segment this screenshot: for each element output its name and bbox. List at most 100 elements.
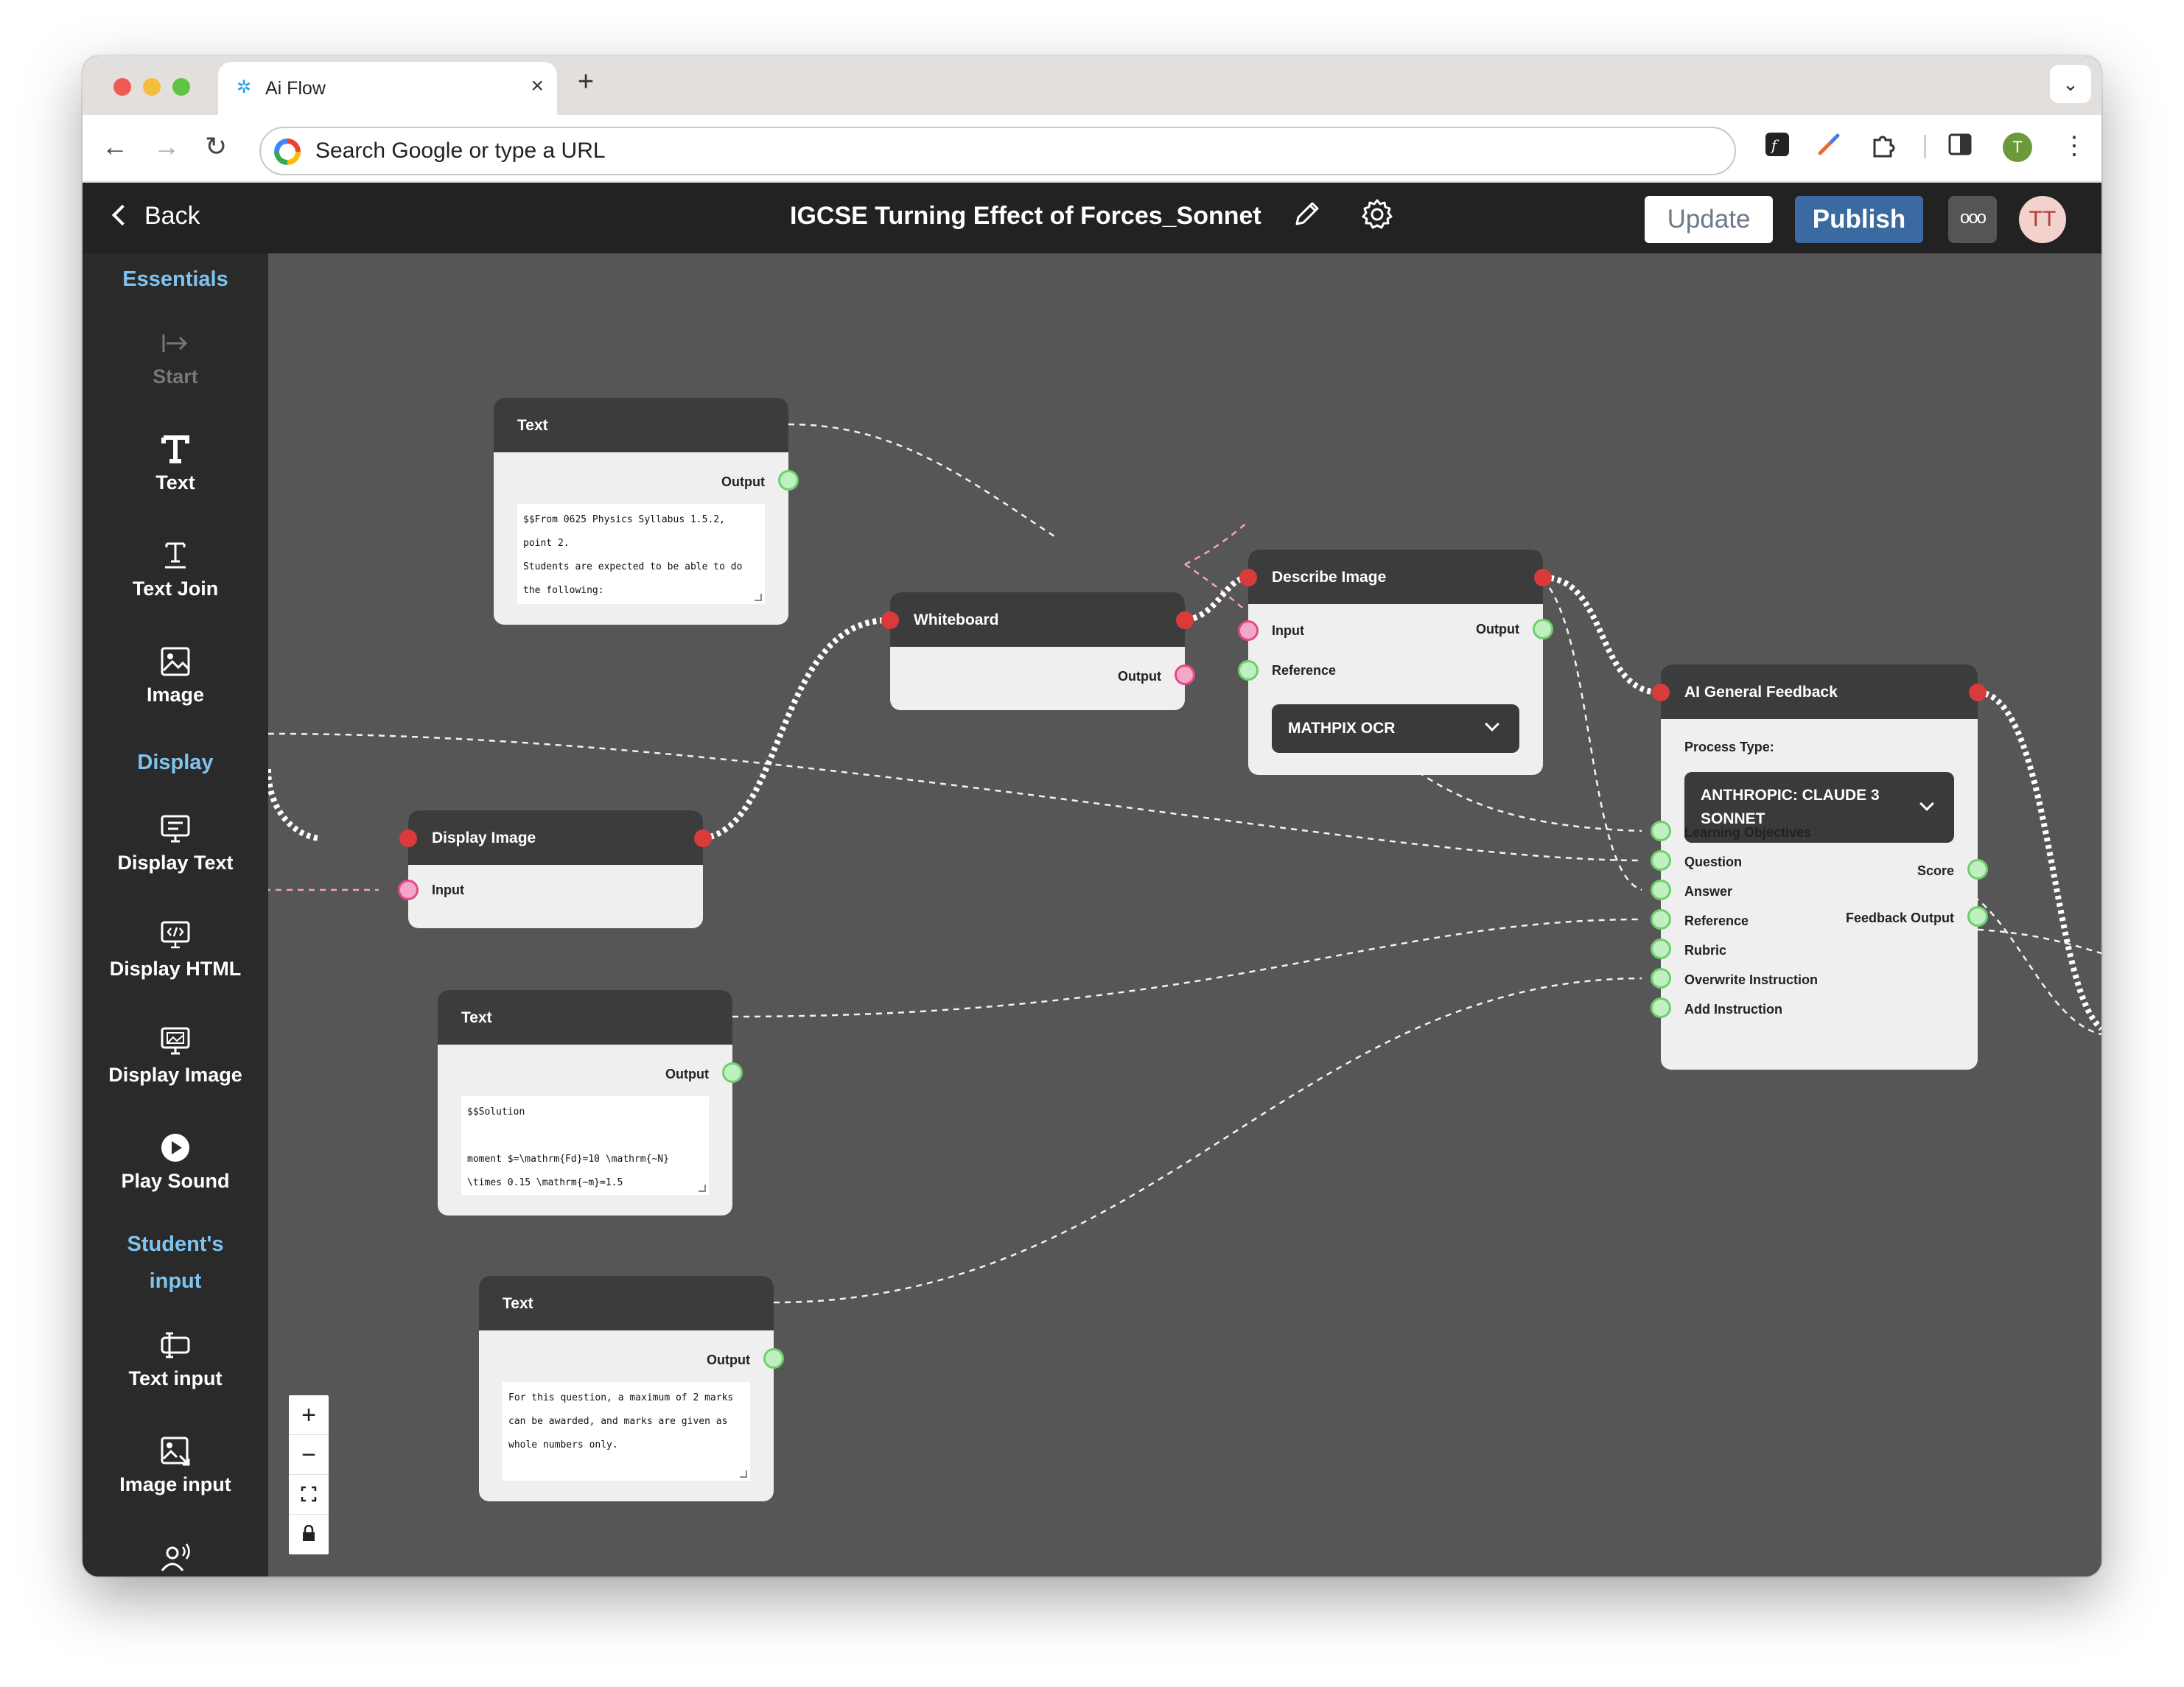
tab-strip: ✲ Ai Flow × + ⌄: [83, 56, 2101, 115]
output-label: Output: [707, 1353, 750, 1367]
new-tab-icon[interactable]: +: [578, 66, 594, 98]
user-avatar[interactable]: TT: [2019, 196, 2066, 243]
edit-title-pencil-icon[interactable]: [1291, 197, 1323, 230]
node-header: AI General Feedback: [1661, 664, 1978, 719]
rubric-handle[interactable]: [1651, 939, 1671, 959]
text-content-area[interactable]: $$From 0625 Physics Syllabus 1.5.2, poin…: [517, 504, 765, 604]
reference-handle[interactable]: [1238, 660, 1259, 681]
back-button[interactable]: Back: [111, 202, 200, 231]
palette-label: Text: [155, 471, 195, 494]
palette-item-display-image[interactable]: Display Image: [83, 1025, 268, 1087]
ocr-model-select[interactable]: MATHPIX OCR: [1272, 704, 1519, 753]
flow-output-handle[interactable]: [1534, 569, 1552, 586]
reference-handle[interactable]: [1651, 909, 1671, 930]
output-handle[interactable]: [763, 1348, 784, 1369]
address-bar-placeholder: Search Google or type a URL: [315, 138, 606, 163]
palette-item-display-html[interactable]: Display HTML: [83, 919, 268, 981]
overwrite-instruction-handle[interactable]: [1651, 968, 1671, 989]
publish-button[interactable]: Publish: [1795, 196, 1923, 243]
output-handle[interactable]: [722, 1062, 743, 1083]
flow-output-handle[interactable]: [1969, 684, 1987, 701]
text-content-area[interactable]: For this question, a maximum of 2 marks …: [503, 1382, 750, 1481]
update-button[interactable]: Update: [1645, 196, 1773, 243]
palette-item-text-input[interactable]: Text input: [83, 1329, 268, 1390]
reload-icon[interactable]: ↻: [205, 131, 227, 162]
text-join-icon: [165, 542, 186, 569]
section-essentials: Essentials: [122, 267, 228, 291]
toolbar-divider: |: [1922, 131, 1928, 159]
flow-input-handle[interactable]: [881, 611, 899, 629]
sidebar-toggle-icon[interactable]: [1947, 131, 1973, 164]
text-content-area[interactable]: $$Solution moment $=\mathrm{Fd}=10 \math…: [461, 1096, 709, 1195]
chevron-down-icon: [1485, 717, 1499, 732]
tab-search-button[interactable]: ⌄: [2050, 65, 2091, 103]
close-window-button[interactable]: [113, 78, 131, 96]
section-label-line2: input: [149, 1269, 202, 1293]
learning-objectives-handle[interactable]: [1651, 821, 1671, 841]
output-handle[interactable]: [778, 470, 799, 491]
extensions-puzzle-icon[interactable]: [1869, 131, 1897, 166]
node-palette-sidebar: Essentials Start Text Text Join Image Di…: [83, 253, 268, 1576]
flow-output-handle[interactable]: [694, 830, 712, 847]
flow-canvas[interactable]: Text Output $$From 0625 Physics Syllabus…: [268, 253, 2101, 1576]
add-instruction-handle[interactable]: [1651, 997, 1671, 1018]
flow-output-handle[interactable]: [1176, 611, 1194, 629]
node-header: Whiteboard: [890, 592, 1185, 647]
fit-view-icon: [301, 1486, 317, 1502]
score-output-handle[interactable]: [1967, 859, 1988, 880]
close-tab-icon[interactable]: ×: [531, 74, 544, 99]
maximize-window-button[interactable]: [172, 78, 190, 96]
fit-view-button[interactable]: [289, 1475, 329, 1515]
text-node-syllabus[interactable]: Text Output $$From 0625 Physics Syllabus…: [494, 398, 799, 625]
output-handle[interactable]: [1533, 619, 1553, 639]
minimize-window-button[interactable]: [143, 78, 161, 96]
flow-input-handle[interactable]: [1652, 684, 1670, 701]
zoom-in-button[interactable]: +: [289, 1395, 329, 1435]
describe-image-node[interactable]: Describe Image Input Output Reference MA…: [1238, 550, 1553, 775]
browser-toolbar: ← → ↻ Search Google or type a URL f | T …: [83, 115, 2101, 183]
palette-item-image-input[interactable]: Image input: [83, 1435, 268, 1496]
score-label: Score: [1917, 863, 1954, 878]
palette-item-text[interactable]: Text: [83, 433, 268, 494]
image-icon: [161, 647, 190, 676]
node-header: Text: [438, 990, 732, 1045]
display-image-node[interactable]: Display Image Input: [398, 810, 712, 928]
settings-gear-icon[interactable]: [1360, 197, 1394, 231]
input-handle[interactable]: [398, 880, 419, 900]
ai-general-feedback-node[interactable]: AI General Feedback Process Type: ANTHRO…: [1651, 664, 1988, 1070]
back-arrow-icon[interactable]: ←: [102, 131, 128, 162]
text-t-icon: [161, 435, 189, 463]
input-handle[interactable]: [1238, 620, 1259, 641]
browser-menu-icon[interactable]: ⋮: [2062, 131, 2087, 161]
palette-item-start[interactable]: Start: [83, 327, 268, 388]
whiteboard-node[interactable]: Whiteboard Output: [881, 592, 1195, 710]
flow-input-handle[interactable]: [1239, 569, 1257, 586]
flow-input-handle[interactable]: [399, 830, 417, 847]
zoom-out-button[interactable]: −: [289, 1435, 329, 1475]
address-bar[interactable]: Search Google or type a URL: [259, 127, 1736, 175]
palette-item-display-text[interactable]: Display Text: [83, 813, 268, 874]
select-value-line1: ANTHROPIC: CLAUDE 3: [1701, 787, 1880, 804]
answer-handle[interactable]: [1651, 880, 1671, 900]
color-picker-extension-icon[interactable]: [1816, 131, 1842, 164]
feedback-output-handle[interactable]: [1967, 906, 1988, 927]
palette-item-play-sound[interactable]: Play Sound: [83, 1132, 268, 1193]
more-options-button[interactable]: ooo: [1948, 196, 1997, 243]
output-handle[interactable]: [1175, 664, 1195, 685]
question-handle[interactable]: [1651, 850, 1671, 871]
formula-extension-icon[interactable]: f: [1764, 131, 1791, 164]
output-label: Output: [1476, 622, 1519, 636]
play-circle-icon: [161, 1134, 189, 1162]
palette-label: Image: [146, 684, 205, 706]
forward-arrow-icon[interactable]: →: [153, 131, 180, 162]
feedback-output-label: Feedback Output: [1845, 911, 1954, 925]
lock-canvas-button[interactable]: [289, 1515, 329, 1554]
profile-avatar[interactable]: T: [2003, 133, 2032, 162]
browser-tab[interactable]: ✲ Ai Flow ×: [218, 62, 557, 115]
palette-item-image[interactable]: Image: [83, 645, 268, 706]
text-node-solution[interactable]: Text Output $$Solution moment $=\mathrm{…: [438, 990, 743, 1216]
chevron-left-icon: [111, 204, 133, 226]
text-node-marking[interactable]: Text Output For this question, a maximum…: [479, 1276, 784, 1501]
palette-item-text-join[interactable]: Text Join: [83, 539, 268, 600]
palette-item-voice-input[interactable]: [83, 1541, 268, 1576]
